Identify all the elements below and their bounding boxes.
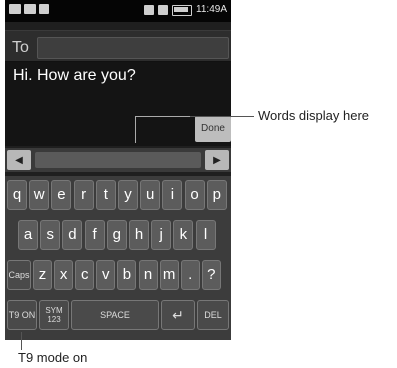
status-bar: 11:49A <box>5 0 231 22</box>
keyboard-row-4: T9 ON SYM 123 SPACE ↵ DEL <box>5 300 231 330</box>
t9-mode-annotation: T9 mode on <box>18 350 88 365</box>
letter-key[interactable]: a <box>18 220 38 250</box>
keyboard-row-1: qwertyuiop <box>5 180 231 210</box>
enter-key[interactable]: ↵ <box>161 300 195 330</box>
letter-key[interactable]: i <box>162 180 183 210</box>
message-input[interactable]: Hi. How are you? Done <box>5 62 231 146</box>
letter-key[interactable]: w <box>29 180 50 210</box>
letter-key[interactable]: y <box>118 180 138 210</box>
battery-icon <box>172 4 193 16</box>
letter-key[interactable]: f <box>84 220 105 250</box>
recipient-input[interactable] <box>37 37 229 59</box>
letter-key[interactable]: x <box>54 260 74 290</box>
scroll-right-button[interactable]: ▶ <box>205 150 229 170</box>
letter-key[interactable]: r <box>73 180 94 210</box>
letter-key[interactable]: h <box>129 220 149 250</box>
caps-key[interactable]: Caps <box>7 260 31 290</box>
letter-key[interactable]: g <box>106 220 127 250</box>
letter-key[interactable]: p <box>206 180 227 210</box>
word-suggestion-bar: ◀ ▶ <box>5 148 231 172</box>
letter-key[interactable]: n <box>138 260 158 290</box>
scroll-left-button[interactable]: ◀ <box>7 150 31 170</box>
letter-key[interactable]: c <box>75 260 95 290</box>
sym-key-label-bottom: 123 <box>47 315 61 324</box>
letter-key[interactable]: k <box>173 220 194 250</box>
keyboard-row-3: Caps z x c v b n m.? <box>5 260 231 290</box>
word-suggestion-track[interactable] <box>35 152 201 168</box>
letter-key[interactable]: j <box>151 220 172 250</box>
letter-key[interactable]: v <box>96 260 116 290</box>
messages-icon <box>9 4 21 14</box>
letter-key[interactable]: ? <box>201 260 221 290</box>
phone-screen: 11:49A To Hi. How are you? Done ◀ ▶ qwer… <box>5 0 231 340</box>
message-text: Hi. How are you? <box>13 67 136 84</box>
letter-key[interactable]: s <box>40 220 61 250</box>
usb-icon <box>39 4 49 14</box>
arrow-left-icon: ◀ <box>15 154 23 166</box>
letter-key[interactable]: . <box>180 260 200 290</box>
sym-key[interactable]: SYM 123 <box>39 300 69 330</box>
letter-key[interactable]: b <box>117 260 137 290</box>
letter-key[interactable]: o <box>184 180 205 210</box>
signal-icon <box>158 5 169 15</box>
letter-key[interactable]: l <box>195 220 216 250</box>
sym-key-label-top: SYM <box>45 306 63 315</box>
qwerty-keyboard: qwertyuiop asdfghjkl Caps z x c v b n m.? T9 O… <box>5 176 231 340</box>
words-display-annotation: Words display here <box>258 108 370 123</box>
to-label: To <box>12 39 29 56</box>
done-button[interactable]: Done <box>195 116 231 142</box>
word-display-box <box>135 116 191 143</box>
letter-key[interactable]: u <box>140 180 161 210</box>
arrow-right-icon: ▶ <box>213 154 221 166</box>
letter-key[interactable]: d <box>62 220 83 250</box>
letter-key[interactable]: q <box>7 180 27 210</box>
recipient-row: To <box>5 30 231 62</box>
sd-card-icon <box>144 5 155 15</box>
t9-key[interactable]: T9 ON <box>7 300 37 330</box>
letter-key[interactable]: m <box>159 260 179 290</box>
email-icon <box>24 4 36 14</box>
letter-key[interactable]: t <box>95 180 116 210</box>
status-time: 11:49A <box>196 4 227 15</box>
space-key[interactable]: SPACE <box>71 300 159 330</box>
letter-key[interactable]: e <box>51 180 72 210</box>
t9-mode-pointer <box>21 332 22 350</box>
letter-key[interactable]: z <box>33 260 52 290</box>
delete-key[interactable]: DEL <box>197 300 229 330</box>
words-display-pointer <box>190 116 254 117</box>
keyboard-row-2: asdfghjkl <box>5 220 231 250</box>
